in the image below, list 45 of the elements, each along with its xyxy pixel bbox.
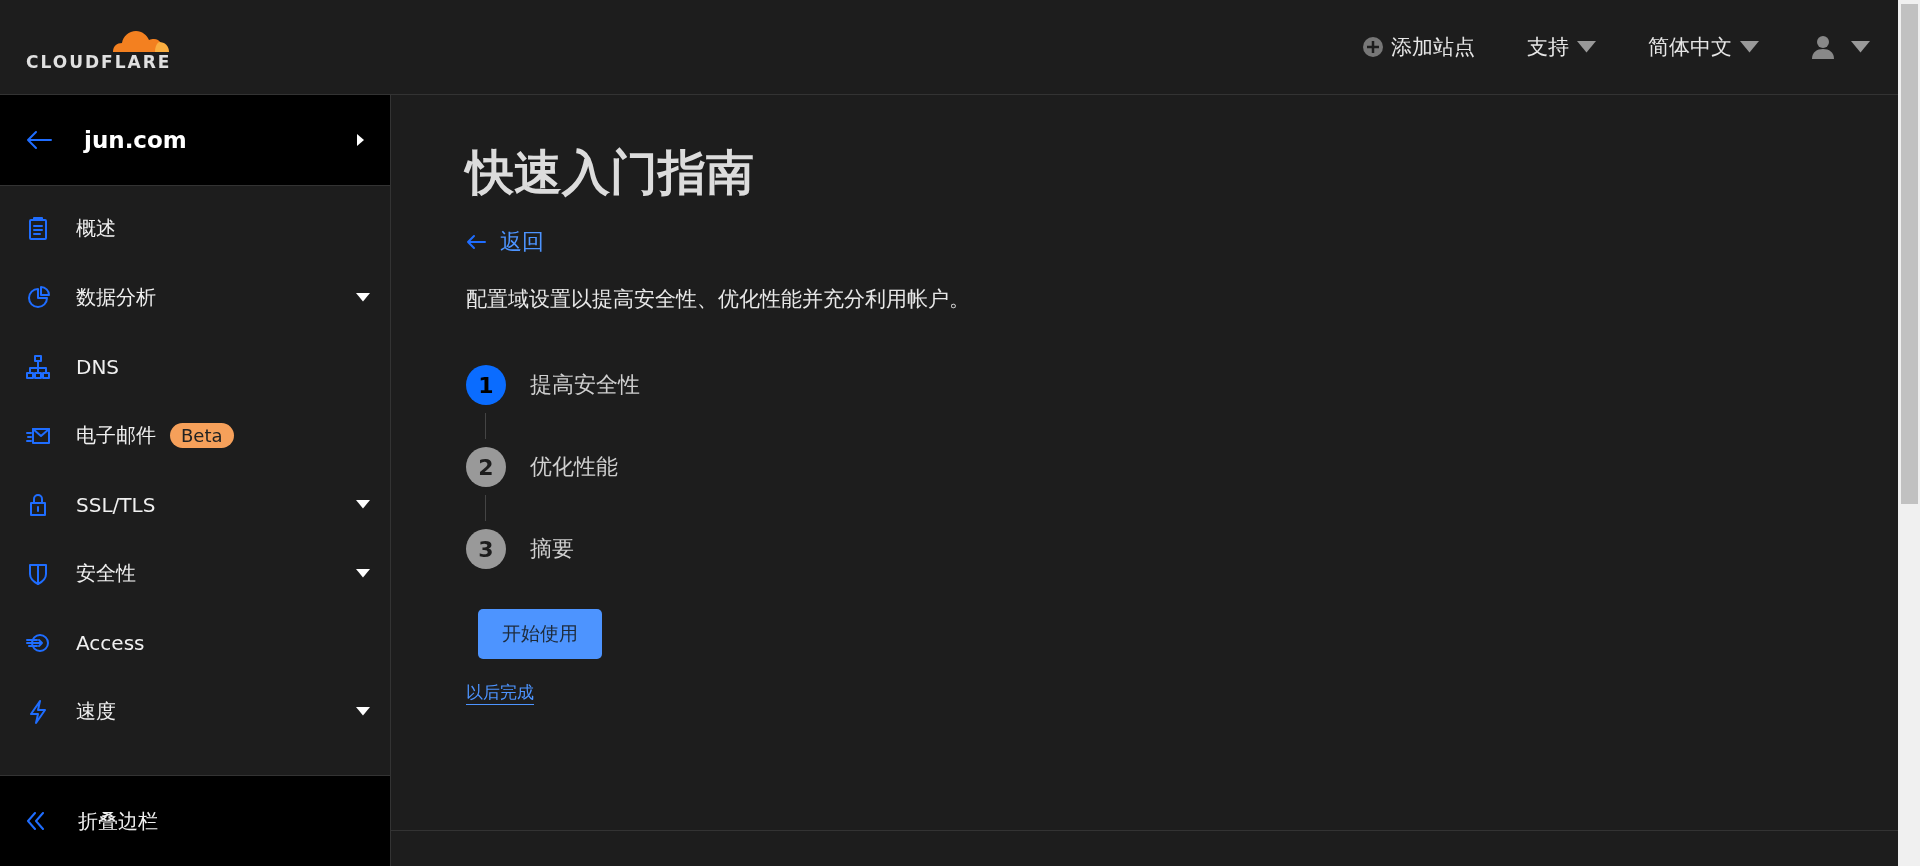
caret-icon — [356, 293, 370, 302]
user-menu-button[interactable] — [1811, 35, 1870, 59]
start-button[interactable]: 开始使用 — [478, 609, 602, 659]
caret-icon — [356, 569, 370, 578]
sidebar-item[interactable]: 电子邮件 Beta — [0, 401, 390, 470]
back-link[interactable]: 返回 — [466, 227, 544, 257]
back-arrow-icon — [466, 234, 486, 250]
step-number: 3 — [466, 529, 506, 569]
step-label: 提高安全性 — [530, 371, 640, 399]
sidebar-item[interactable]: DNS — [0, 332, 390, 401]
step-number: 1 — [466, 365, 506, 405]
caret-icon — [356, 500, 370, 509]
double-chevron-left-icon — [26, 812, 46, 830]
step-label: 摘要 — [530, 535, 574, 563]
dropdown-menu-button[interactable]: 支持 — [1527, 33, 1596, 61]
back-arrow-icon — [26, 130, 52, 150]
finish-later-link[interactable]: 以后完成 — [466, 681, 534, 705]
caret-icon — [1577, 41, 1596, 53]
document-icon — [26, 216, 50, 241]
network-icon — [26, 354, 50, 379]
step-number: 2 — [466, 447, 506, 487]
step-label: 优化性能 — [530, 453, 618, 481]
pie-chart-icon — [26, 285, 50, 310]
caret-right-icon — [357, 134, 364, 146]
logo-text: CLOUDFLARE — [26, 52, 172, 72]
plus-circle-icon — [1363, 37, 1383, 57]
description-text: 配置域设置以提高安全性、优化性能并充分利用帐户。 — [466, 286, 970, 313]
sidebar-item[interactable]: 速度 — [0, 677, 390, 746]
domain-selector[interactable]: jun.com — [0, 95, 390, 186]
collapse-sidebar-button[interactable]: 折叠边栏 — [0, 775, 390, 866]
caret-icon — [356, 707, 370, 716]
sidebar-item[interactable]: 安全性 — [0, 539, 390, 608]
sidebar-item[interactable]: 数据分析 — [0, 263, 390, 332]
sidebar-item[interactable]: 概述 — [0, 194, 390, 263]
page-title: 快速入门指南 — [466, 143, 754, 202]
caret-icon — [1740, 41, 1759, 53]
add-site-button[interactable]: 添加站点 — [1363, 33, 1475, 61]
shield-icon — [26, 561, 50, 586]
caret-icon — [1851, 41, 1870, 53]
beta-badge: Beta — [170, 423, 234, 448]
dropdown-menu-button[interactable]: 简体中文 — [1648, 33, 1759, 61]
scrollbar[interactable] — [1898, 0, 1920, 866]
sidebar-item[interactable]: SSL/TLS — [0, 470, 390, 539]
sidebar-item[interactable]: Access — [0, 608, 390, 677]
user-icon — [1811, 35, 1835, 59]
